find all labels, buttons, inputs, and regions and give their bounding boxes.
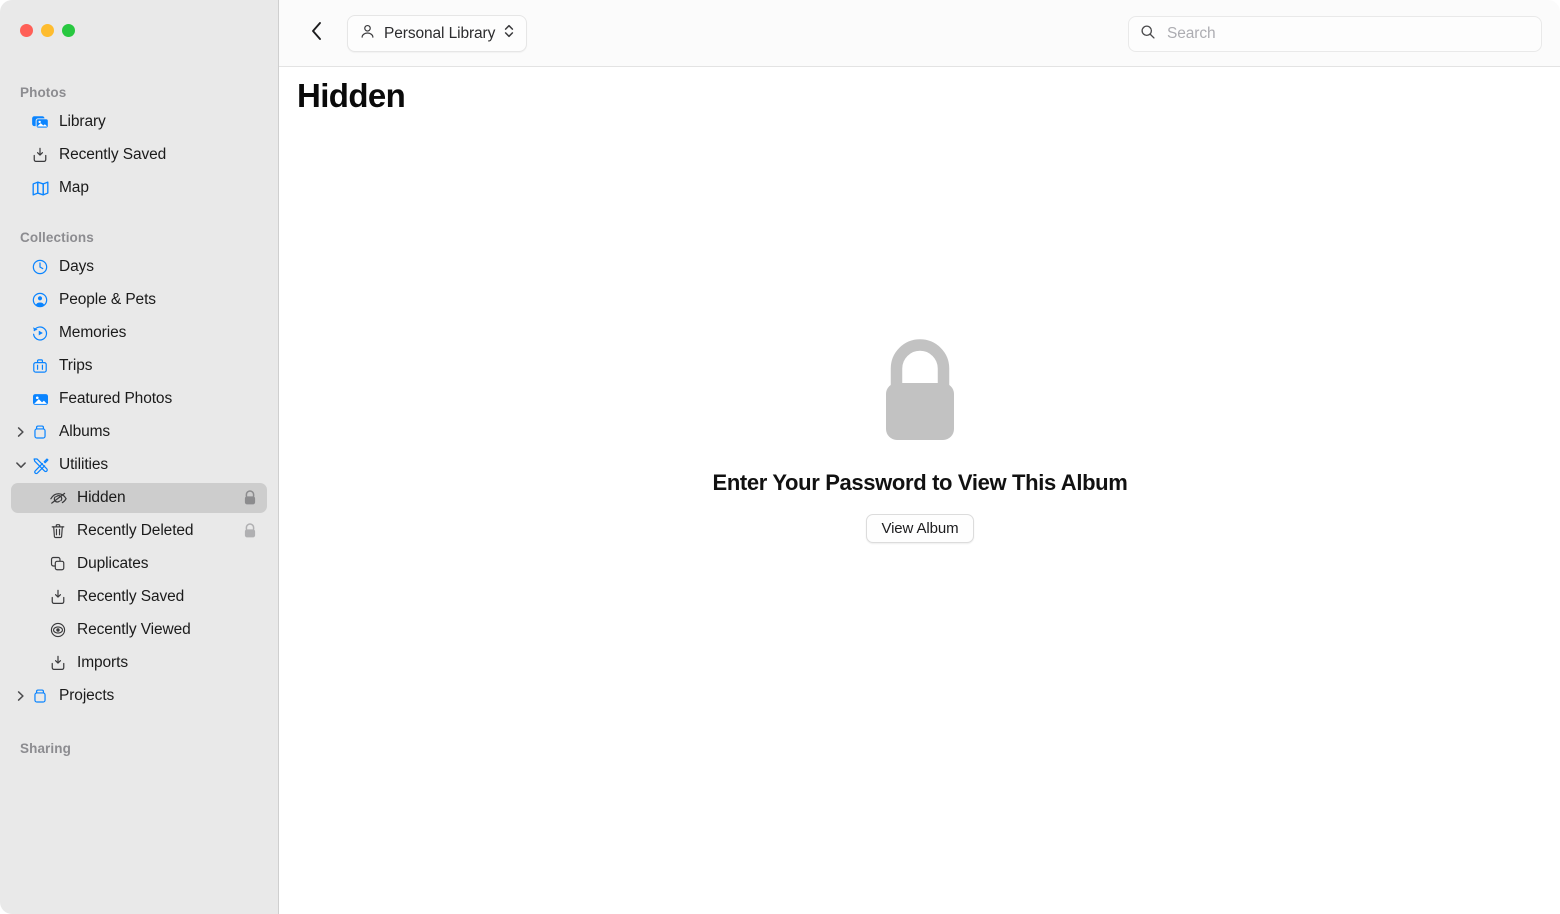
album-box-icon [29,685,51,707]
back-button[interactable] [300,16,334,50]
sidebar-item-label: Albums [59,423,111,440]
sidebar-item-recently-saved[interactable]: Recently Saved [11,140,267,170]
photos-window: Photos Library Recently Saved Map Collec… [0,0,1560,914]
sidebar-item-hidden[interactable]: Hidden [11,483,267,513]
chevron-left-icon [310,20,324,47]
sidebar-item-recently-deleted[interactable]: Recently Deleted [11,516,267,546]
sidebar-item-trips[interactable]: Trips [11,351,267,381]
trash-icon [47,520,69,542]
page-title: Hidden [297,77,406,114]
sidebar-item-label: Map [59,179,89,196]
view-album-button[interactable]: View Album [866,514,974,543]
toolbar: Personal Library [279,0,1560,67]
chevron-down-icon[interactable] [13,450,29,480]
sidebar-item-label: Library [59,113,106,130]
person-icon [359,23,376,45]
sidebar-section-sharing: Sharing [20,741,71,756]
sidebar-item-label: Recently Viewed [77,621,191,638]
minimize-button[interactable] [41,24,54,37]
sidebar-item-label: Imports [77,654,128,671]
sidebar-item-label: Recently Deleted [77,522,194,539]
sidebar-item-featured-photos[interactable]: Featured Photos [11,384,267,414]
eye-icon [47,619,69,641]
lock-icon [872,338,968,442]
close-button[interactable] [20,24,33,37]
content-area: Hidden Enter Your Password to View This … [280,67,1560,914]
sidebar-item-label: Memories [59,324,127,341]
sidebar-item-label: Featured Photos [59,390,173,407]
sidebar-item-recently-viewed[interactable]: Recently Viewed [11,615,267,645]
sidebar-item-memories[interactable]: Memories [11,318,267,348]
up-down-chevron-icon [503,22,515,45]
person-circle-icon [29,289,51,311]
sidebar-item-utilities[interactable]: Utilities [11,450,267,480]
suitcase-icon [29,355,51,377]
empty-state-title: Enter Your Password to View This Album [712,470,1128,495]
sidebar-section-collections: Collections [20,230,94,245]
sidebar-item-label: Projects [59,687,115,704]
sidebar-scroll-area[interactable]: Photos Library Recently Saved Map Collec… [0,68,278,914]
sidebar-item-duplicates[interactable]: Duplicates [11,549,267,579]
sidebar-item-label: Days [59,258,94,275]
library-popup-label: Personal Library [384,24,496,42]
search-icon [1140,24,1156,45]
sidebar-item-days[interactable]: Days [11,252,267,282]
sidebar-item-albums[interactable]: Albums [11,417,267,447]
sidebar-item-imports[interactable]: Imports [11,648,267,678]
sidebar-item-recently-saved-utilities[interactable]: Recently Saved [11,582,267,612]
sidebar-item-label: Utilities [59,456,109,473]
save-down-icon [47,586,69,608]
locked-album-empty-state: Enter Your Password to View This Album V… [280,338,1560,543]
lock-icon [243,490,257,506]
photo-stack-icon [29,111,51,133]
sidebar-item-people-and-pets[interactable]: People & Pets [11,285,267,315]
sidebar-item-label: Recently Saved [77,588,185,605]
sidebar: Photos Library Recently Saved Map Collec… [0,0,279,914]
duplicate-icon [47,553,69,575]
library-popup-button[interactable]: Personal Library [347,15,528,52]
search-input[interactable] [1165,24,1529,44]
map-icon [29,177,51,199]
featured-photo-icon [29,388,51,410]
sidebar-item-library[interactable]: Library [11,107,267,137]
sidebar-item-label: Trips [59,357,93,374]
maximize-button[interactable] [62,24,75,37]
sidebar-item-projects[interactable]: Projects [11,681,267,711]
save-down-icon [47,652,69,674]
save-down-icon [29,144,51,166]
tools-icon [29,454,51,476]
chevron-right-icon[interactable] [13,681,29,711]
search-field[interactable] [1128,16,1542,52]
window-controls [20,24,75,37]
sidebar-item-map[interactable]: Map [11,173,267,203]
clock-icon [29,256,51,278]
sidebar-section-photos: Photos [20,85,67,100]
chevron-right-icon[interactable] [13,417,29,447]
album-box-icon [29,421,51,443]
memories-icon [29,322,51,344]
sidebar-item-label: People & Pets [59,291,156,308]
eye-slash-icon [47,487,69,509]
lock-icon [243,523,257,539]
sidebar-item-label: Hidden [77,489,126,506]
sidebar-item-label: Duplicates [77,555,149,572]
sidebar-item-label: Recently Saved [59,146,167,163]
